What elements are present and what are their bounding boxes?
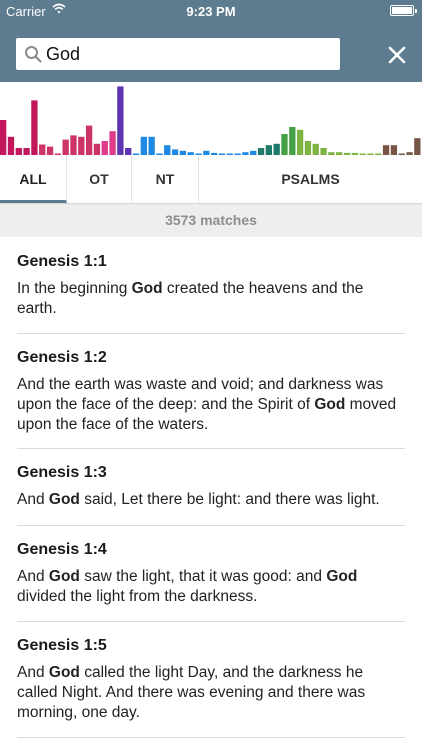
- histogram-bar[interactable]: [289, 127, 296, 155]
- histogram-chart[interactable]: [0, 82, 422, 156]
- histogram-bar[interactable]: [257, 148, 265, 155]
- histogram-bar[interactable]: [336, 152, 343, 155]
- histogram-bar[interactable]: [211, 152, 218, 155]
- list-item[interactable]: Genesis 1:5 And God called the light Day…: [17, 637, 405, 723]
- histogram-bar[interactable]: [46, 146, 54, 155]
- histogram-bar[interactable]: [406, 152, 413, 155]
- histogram-bar[interactable]: [78, 136, 85, 155]
- histogram-bar[interactable]: [312, 143, 319, 155]
- histogram-bar[interactable]: [70, 135, 77, 155]
- search-input[interactable]: [46, 38, 336, 70]
- verse-reference: Genesis 1:1: [17, 253, 107, 270]
- histogram-bar[interactable]: [140, 136, 147, 155]
- histogram-bar[interactable]: [164, 145, 171, 155]
- histogram-bar[interactable]: [23, 148, 30, 155]
- histogram-bar[interactable]: [351, 152, 358, 155]
- match-count: 3573 matches: [0, 205, 422, 237]
- highlighted-term: God: [48, 664, 80, 681]
- list-item[interactable]: Genesis 1:2 And the earth was waste and …: [17, 349, 405, 435]
- tab-nt[interactable]: NT: [132, 156, 199, 203]
- histogram-bar[interactable]: [304, 141, 312, 155]
- histogram-bar[interactable]: [195, 153, 202, 156]
- divider: [17, 737, 405, 738]
- histogram-bar[interactable]: [132, 153, 140, 156]
- list-item[interactable]: Genesis 1:3 And God said, Let there be l…: [17, 464, 405, 510]
- divider: [17, 333, 405, 334]
- highlighted-term: God: [48, 568, 80, 585]
- histogram-bar[interactable]: [359, 153, 366, 156]
- list-item[interactable]: Genesis 1:1 In the beginning God created…: [17, 253, 405, 319]
- verse-reference: Genesis 1:4: [17, 541, 107, 558]
- histogram-bar[interactable]: [375, 153, 382, 156]
- battery-icon: [390, 5, 417, 16]
- histogram-bar[interactable]: [265, 145, 273, 155]
- histogram-bar[interactable]: [218, 153, 226, 156]
- verse-text: And God saw the light, that it was good:…: [17, 568, 358, 605]
- divider: [17, 525, 405, 526]
- histogram-bar[interactable]: [31, 100, 38, 155]
- verse-reference: Genesis 1:2: [17, 349, 107, 366]
- divider: [17, 448, 405, 449]
- histogram-bar[interactable]: [15, 148, 22, 155]
- histogram-bar[interactable]: [7, 136, 15, 155]
- search-icon: [25, 46, 42, 63]
- histogram-bar[interactable]: [125, 148, 132, 155]
- tab-all[interactable]: ALL: [0, 156, 67, 203]
- histogram-bar[interactable]: [171, 149, 179, 155]
- histogram-bar[interactable]: [328, 152, 335, 155]
- highlighted-term: God: [314, 396, 346, 413]
- verse-reference: Genesis 1:3: [17, 464, 107, 481]
- highlighted-term: God: [48, 491, 80, 508]
- histogram-bar[interactable]: [414, 138, 421, 155]
- histogram-bar[interactable]: [54, 153, 62, 156]
- verse-reference: Genesis 1:5: [17, 637, 107, 654]
- histogram-bar[interactable]: [390, 145, 398, 155]
- results-list: Genesis 1:1 In the beginning God created…: [0, 237, 422, 750]
- histogram-bar[interactable]: [203, 150, 210, 155]
- histogram-bar[interactable]: [179, 150, 187, 155]
- tab-psalms[interactable]: PSALMS: [199, 156, 422, 203]
- list-item[interactable]: Genesis 1:4 And God saw the light, that …: [17, 541, 405, 607]
- histogram-bar[interactable]: [156, 153, 163, 156]
- histogram-bar[interactable]: [242, 152, 249, 155]
- status-time: 9:23 PM: [186, 4, 236, 19]
- histogram-bar[interactable]: [250, 150, 257, 155]
- verse-text: And the earth was waste and void; and da…: [17, 376, 397, 433]
- verse-text: In the beginning God created the heavens…: [17, 280, 364, 317]
- histogram-bar[interactable]: [273, 143, 280, 155]
- search-box[interactable]: [16, 38, 340, 70]
- histogram-bar[interactable]: [187, 152, 194, 155]
- top-bar: Carrier 9:23 PM: [0, 0, 422, 82]
- histogram-bar[interactable]: [62, 139, 69, 155]
- histogram-bar[interactable]: [281, 134, 288, 155]
- status-bar: Carrier 9:23 PM: [0, 0, 422, 22]
- histogram-bar[interactable]: [382, 145, 390, 155]
- verse-text: And God said, Let there be light: and th…: [17, 491, 380, 508]
- highlighted-term: God: [326, 568, 358, 585]
- close-icon[interactable]: [384, 42, 410, 68]
- histogram-bar[interactable]: [226, 153, 233, 156]
- tab-ot[interactable]: OT: [67, 156, 132, 203]
- histogram-bar[interactable]: [234, 153, 241, 156]
- book-histogram[interactable]: [0, 82, 422, 156]
- filter-tabs: ALL OT NT PSALMS: [0, 156, 422, 204]
- histogram-bar[interactable]: [343, 152, 351, 155]
- divider: [17, 621, 405, 622]
- histogram-bar[interactable]: [398, 153, 405, 156]
- histogram-bar[interactable]: [296, 129, 304, 155]
- histogram-bar[interactable]: [148, 136, 155, 155]
- histogram-bar[interactable]: [39, 144, 46, 156]
- histogram-bar[interactable]: [101, 141, 108, 155]
- histogram-bar[interactable]: [367, 153, 374, 156]
- histogram-bar[interactable]: [320, 148, 327, 155]
- histogram-bar[interactable]: [93, 143, 101, 155]
- histogram-bar[interactable]: [117, 86, 124, 155]
- histogram-bar[interactable]: [85, 125, 93, 155]
- verse-text: And God called the light Day, and the da…: [17, 664, 366, 721]
- histogram-bar[interactable]: [109, 131, 116, 155]
- histogram-bar[interactable]: [0, 120, 7, 155]
- highlighted-term: God: [131, 280, 163, 297]
